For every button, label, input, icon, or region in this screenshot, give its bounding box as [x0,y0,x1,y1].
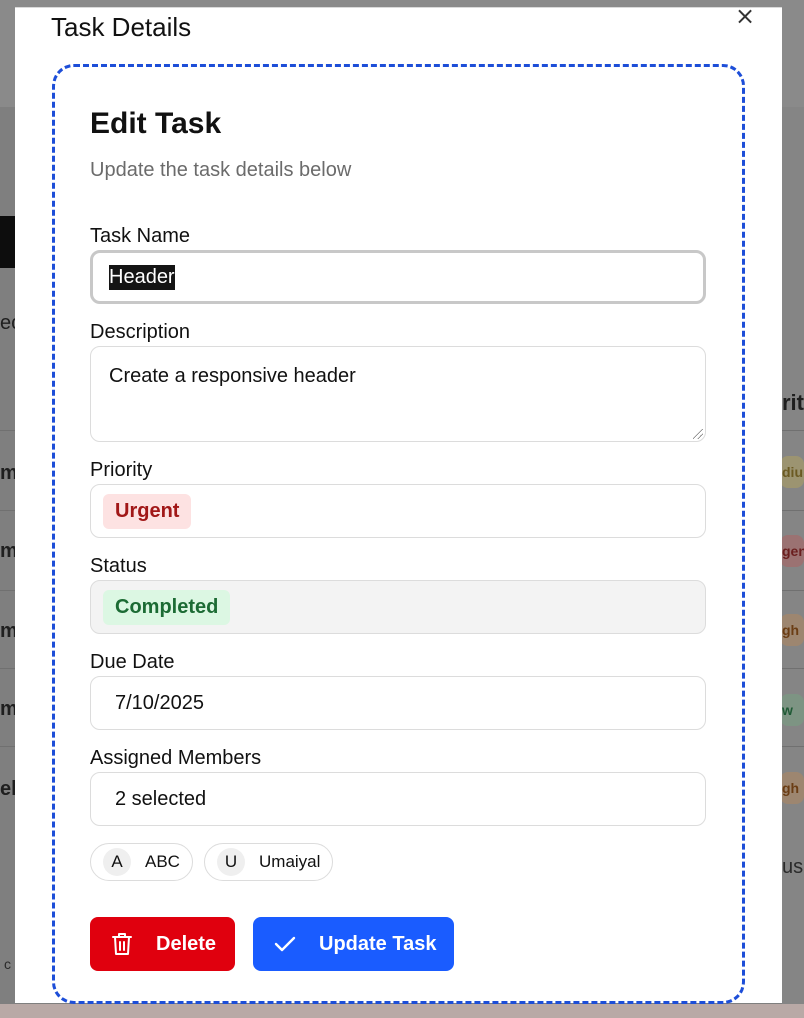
description-label: Description [90,321,191,343]
assigned-members-value: 2 selected [115,787,207,810]
status-label: Status [90,555,147,577]
task-name-input[interactable]: Header [90,250,706,304]
resize-handle-icon[interactable] [693,429,703,439]
background-footer-text: c [4,956,11,972]
background-column-header: rity [782,390,804,415]
background-divider [782,746,804,747]
due-date-label: Due Date [90,651,175,673]
priority-label: Priority [90,459,153,481]
form-subtitle: Update the task details below [90,159,352,181]
background-divider [0,746,16,747]
background-priority-pill: w [780,694,804,726]
status-select[interactable]: Completed [90,580,706,634]
background-text: us. [782,856,804,878]
background-divider [782,668,804,669]
priority-badge: Urgent [103,493,192,529]
member-chip-umaiyal[interactable]: U Umaiyal [204,843,334,881]
member-name: Umaiyal [259,852,321,871]
member-chip-abc[interactable]: A ABC [90,843,193,881]
description-value: Create a responsive header [109,365,356,387]
background-divider [782,510,804,511]
task-name-label: Task Name [90,225,191,247]
due-date-input[interactable]: 7/10/2025 [90,676,706,730]
task-name-value: Header [109,264,175,290]
close-icon[interactable]: × [735,2,755,30]
background-divider [0,668,16,669]
avatar: U [217,848,245,876]
background-divider [782,590,804,591]
task-details-modal: Task Details × Edit Task Update the task… [15,2,782,1004]
member-name: ABC [145,852,180,871]
background-priority-pill: gh [780,614,804,646]
background-button [0,216,16,268]
trash-icon [110,932,134,956]
due-date-value: 7/10/2025 [115,691,204,714]
assigned-members-select[interactable]: 2 selected [90,772,706,826]
check-icon [273,932,297,956]
modal-title: Task Details [51,12,192,42]
form-heading: Edit Task [90,107,222,140]
background-divider [0,590,16,591]
background-divider [782,430,804,431]
update-task-button[interactable]: Update Task [253,917,454,971]
background-footer [0,1004,804,1018]
delete-label: Delete [156,932,217,955]
background-priority-pill: gh [780,772,804,804]
status-badge: Completed [103,589,231,625]
priority-select[interactable]: Urgent [90,484,706,538]
avatar: A [103,848,131,876]
update-task-label: Update Task [319,932,437,955]
background-divider [0,510,16,511]
delete-button[interactable]: Delete [90,917,235,971]
assigned-members-label: Assigned Members [90,747,262,769]
description-textarea[interactable]: Create a responsive header [90,346,706,442]
background-priority-pill: diu [780,456,804,488]
background-priority-pill: gen [780,535,804,567]
edit-task-form: Edit Task Update the task details below … [52,64,745,1004]
background-divider [0,430,16,431]
